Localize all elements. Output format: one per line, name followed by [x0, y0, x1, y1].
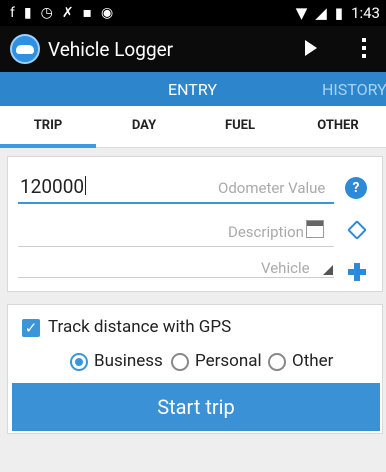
- gps-checkbox[interactable]: ✓: [22, 319, 40, 337]
- tab-entry[interactable]: ENTRY: [168, 80, 217, 99]
- facebook-icon: f: [10, 5, 15, 21]
- calendar-icon[interactable]: [306, 220, 324, 238]
- dropdown-arrow-icon[interactable]: [323, 265, 333, 275]
- subtab-trip[interactable]: TRIP: [0, 106, 96, 148]
- odometer-value: 120000: [20, 175, 85, 198]
- vehicle-underline: [18, 277, 334, 278]
- app-title: Vehicle Logger: [48, 37, 174, 61]
- radio-other-label: Other: [292, 351, 334, 371]
- overflow-menu-icon[interactable]: [362, 38, 366, 58]
- add-vehicle-icon-vertical[interactable]: [354, 263, 360, 281]
- wifi-icon: ▼: [295, 4, 308, 22]
- lock-icon: ▪: [82, 5, 93, 21]
- subtab-fuel[interactable]: FUEL: [192, 106, 288, 148]
- tab-history[interactable]: HISTORY: [322, 80, 386, 99]
- start-trip-button[interactable]: Start trip: [12, 383, 380, 431]
- odometer-hint: Odometer Value: [218, 179, 326, 197]
- gps-card: ✓ Track distance with GPS Business Perso…: [7, 304, 383, 434]
- car-logo-icon: [10, 34, 40, 64]
- radio-personal-label: Personal: [195, 351, 262, 371]
- odometer-underline: [18, 202, 334, 204]
- subtab-other[interactable]: OTHER: [290, 106, 386, 148]
- radio-personal[interactable]: [171, 353, 189, 371]
- gps-checkbox-label: Track distance with GPS: [48, 317, 232, 337]
- tool-icon: ✗: [61, 5, 74, 21]
- status-bar: f ▮ ◷ ✗ ▪ ◉ ▼ ◢ ▮ 1:43: [0, 0, 386, 26]
- tag-icon[interactable]: [347, 220, 367, 240]
- app-bar: Vehicle Logger: [0, 26, 386, 72]
- status-time: 1:43: [351, 4, 380, 22]
- subtab-day[interactable]: DAY: [96, 106, 192, 148]
- description-input[interactable]: Description: [228, 223, 304, 241]
- vehicle-select[interactable]: Vehicle: [261, 259, 310, 277]
- radio-other[interactable]: [268, 353, 286, 371]
- battery-icon: ▮: [334, 4, 344, 22]
- signal-icon: ◢: [315, 4, 327, 22]
- android-icon: ◉: [101, 5, 114, 21]
- notification-icons: f ▮ ◷ ✗ ▪ ◉: [10, 5, 113, 21]
- sub-tabs: TRIP DAY FUEL OTHER: [0, 106, 386, 148]
- main-tabs: ENTRY HISTORY: [0, 72, 386, 106]
- radio-business[interactable]: [70, 353, 88, 371]
- clock-icon: ◷: [40, 5, 53, 21]
- person-icon: ▮: [23, 5, 32, 21]
- play-icon[interactable]: [305, 40, 317, 56]
- radio-business-label: Business: [94, 351, 163, 371]
- description-underline: [18, 246, 334, 247]
- odometer-input[interactable]: 120000: [20, 175, 87, 198]
- help-icon[interactable]: ?: [345, 177, 367, 199]
- trip-form-card: 120000 Odometer Value ? Description Vehi…: [7, 156, 383, 292]
